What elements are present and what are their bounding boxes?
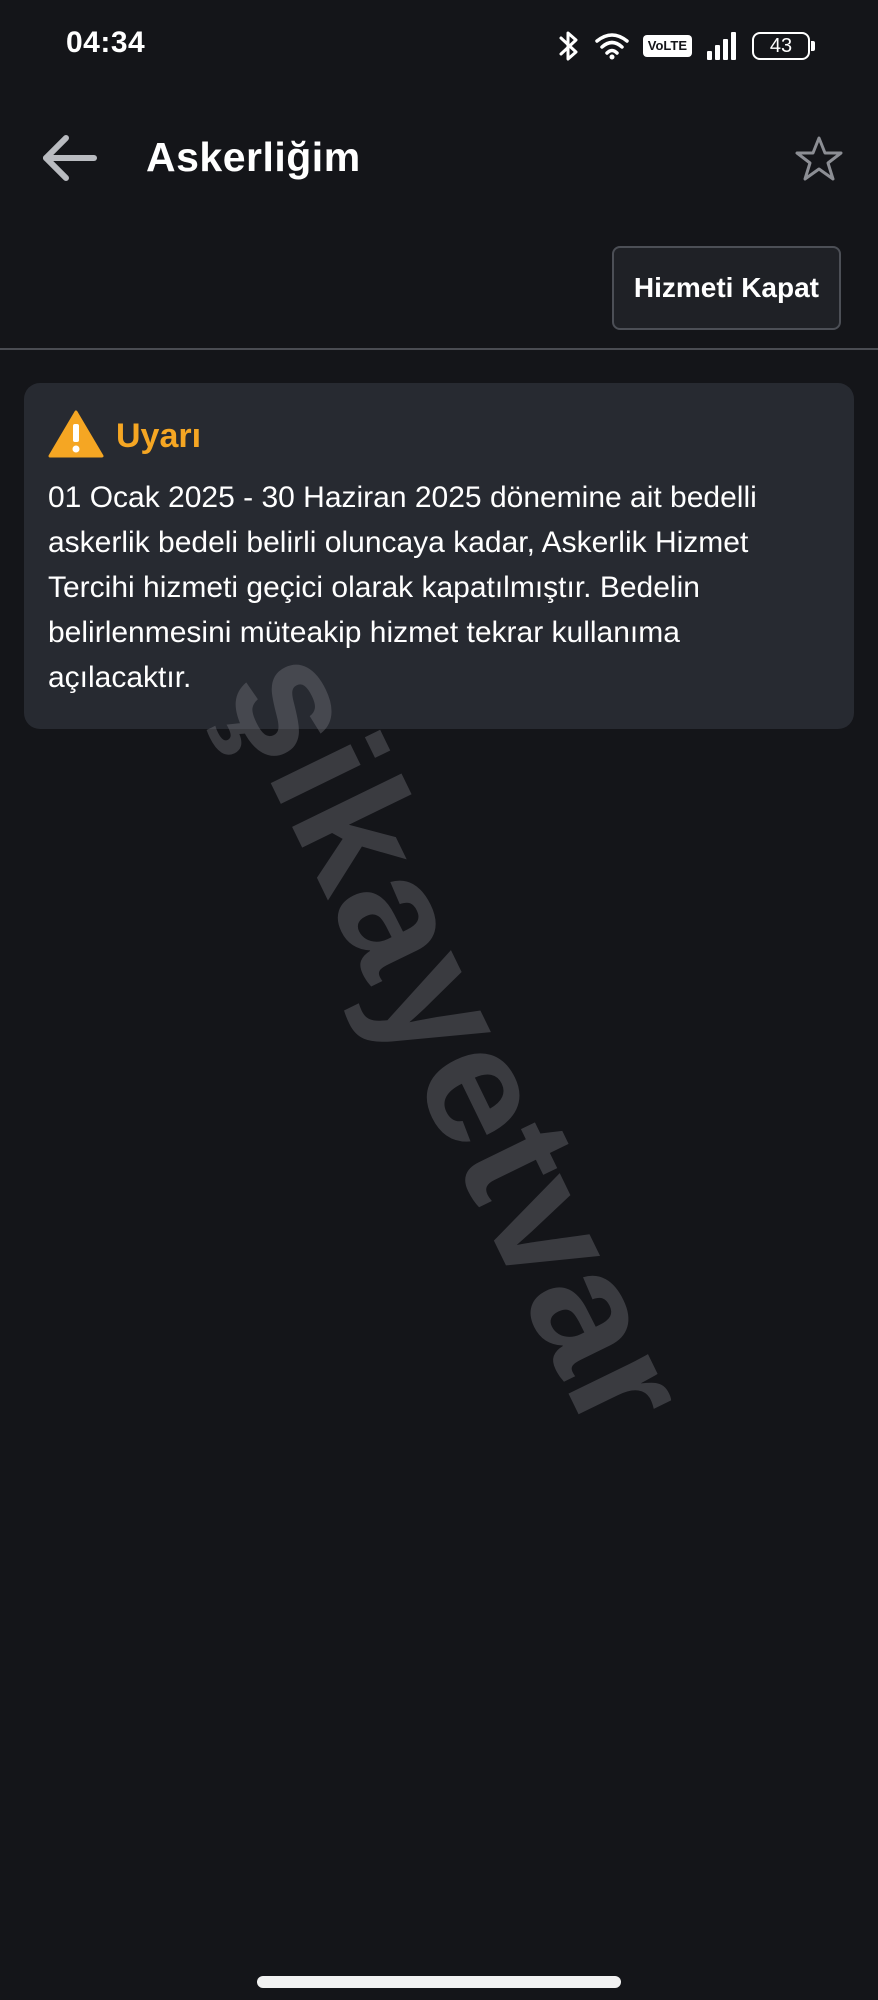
alert-header: Uyarı [48,409,830,463]
arrow-left-icon [40,134,98,187]
watermark: şikayetvar [191,620,730,1460]
alert-card: Uyarı 01 Ocak 2025 - 30 Haziran 2025 dön… [24,383,854,729]
header-divider [0,348,878,350]
home-indicator[interactable] [257,1976,621,1988]
favorite-button[interactable] [790,132,848,190]
star-outline-icon [794,135,844,188]
status-bar: 04:34 VoLTE 43 [0,0,878,92]
alert-message: 01 Ocak 2025 - 30 Haziran 2025 dönemine … [48,481,757,694]
screen: 04:34 VoLTE 43 Askerliğim Hizmeti Kapat … [0,0,878,2000]
warning-triangle-icon [48,409,104,464]
status-time: 04:34 [66,26,146,59]
page-title: Askerliğim [146,134,361,180]
battery-level: 43 [769,34,793,57]
back-button[interactable] [36,132,102,188]
app-bar: Askerliğim [0,108,878,212]
battery-icon: 43 [752,32,815,60]
wifi-icon [595,32,629,60]
status-icons: VoLTE 43 [557,26,815,66]
action-row: Hizmeti Kapat [0,246,878,350]
close-service-button[interactable]: Hizmeti Kapat [611,246,841,330]
signal-icon [706,31,738,61]
alert-title: Uyarı [116,416,202,455]
volte-icon: VoLTE [642,35,692,57]
bluetooth-icon [557,29,581,63]
